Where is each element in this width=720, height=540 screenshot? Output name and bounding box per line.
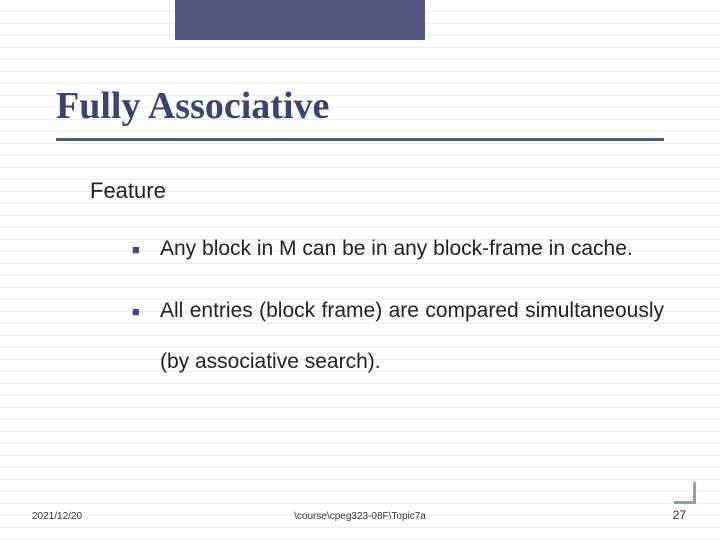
bullet-list: ■ Any block in M can be in any block-fra… [132, 224, 664, 399]
list-item: ■ Any block in M can be in any block-fra… [132, 224, 664, 274]
list-item: ■ All entries (block frame) are compared… [132, 286, 664, 387]
top-accent-band [175, 0, 425, 40]
subheading: Feature [90, 178, 166, 204]
footer-path: \course\cpeg323-08F\Topic7a [0, 511, 720, 522]
bullet-icon: ■ [132, 224, 140, 276]
slide-title: Fully Associative [56, 84, 329, 128]
corner-accent-icon [674, 482, 696, 504]
title-underline [56, 138, 664, 141]
bullet-text: Any block in M can be in any block-frame… [160, 237, 633, 260]
bullet-icon: ■ [132, 286, 140, 338]
footer-page-number: 27 [673, 508, 686, 522]
bullet-text: All entries (block frame) are compared s… [160, 299, 664, 372]
